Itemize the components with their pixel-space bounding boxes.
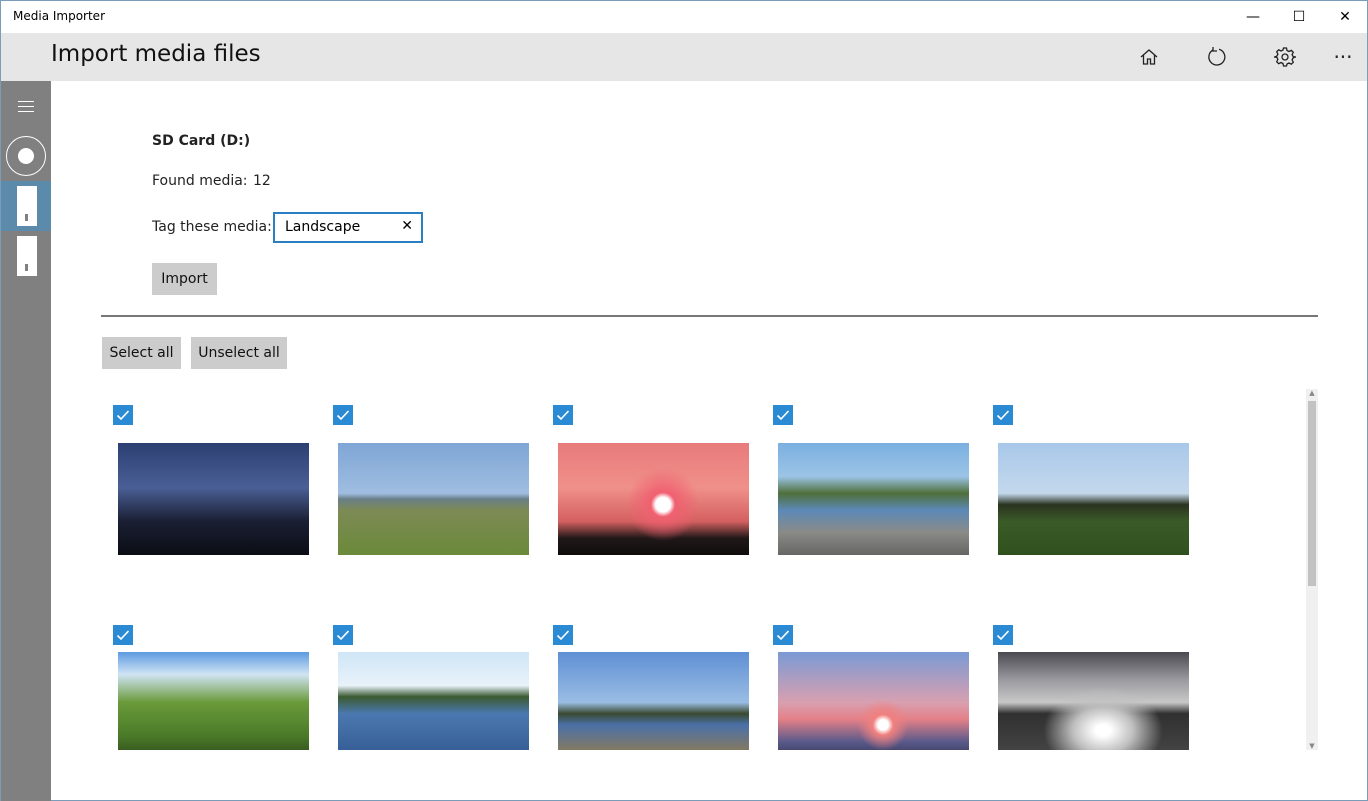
scroll-up-icon[interactable]: ▲: [1306, 389, 1318, 397]
media-thumbnail[interactable]: [778, 443, 969, 555]
select-all-button[interactable]: Select all: [102, 337, 181, 369]
title-bar: Media Importer — ☐ ✕: [1, 1, 1367, 33]
unselect-all-button[interactable]: Unselect all: [191, 337, 287, 369]
media-checkbox[interactable]: [993, 625, 1013, 645]
home-icon: [1140, 49, 1158, 65]
media-checkbox[interactable]: [993, 405, 1013, 425]
checkmark-icon: [996, 630, 1010, 641]
media-thumbnail[interactable]: [998, 443, 1189, 555]
media-checkbox[interactable]: [773, 625, 793, 645]
media-thumbnail[interactable]: [338, 443, 529, 555]
checkmark-icon: [556, 630, 570, 641]
media-checkbox[interactable]: [333, 405, 353, 425]
media-grid: [101, 389, 1306, 750]
media-checkbox[interactable]: [333, 625, 353, 645]
record-icon[interactable]: [6, 136, 46, 176]
scrollbar[interactable]: ▲ ▼: [1306, 389, 1318, 750]
divider: [101, 315, 1318, 317]
window-title: Media Importer: [13, 9, 105, 23]
sd-card-icon[interactable]: [17, 186, 37, 226]
maximize-button[interactable]: ☐: [1276, 1, 1322, 33]
import-button[interactable]: Import: [152, 263, 217, 295]
media-checkbox[interactable]: [113, 405, 133, 425]
media-thumbnail[interactable]: [118, 443, 309, 555]
media-checkbox[interactable]: [553, 625, 573, 645]
checkmark-icon: [116, 630, 130, 641]
checkmark-icon: [776, 630, 790, 641]
settings-button[interactable]: [1261, 33, 1309, 81]
source-name: SD Card (D:): [152, 133, 251, 149]
scrollbar-thumb[interactable]: [1308, 401, 1316, 586]
scroll-down-icon[interactable]: ▼: [1306, 742, 1318, 750]
media-thumbnail[interactable]: [558, 443, 749, 555]
checkmark-icon: [776, 410, 790, 421]
tag-label: Tag these media:: [152, 219, 272, 235]
media-thumbnail[interactable]: [778, 652, 969, 750]
checkmark-icon: [556, 410, 570, 421]
checkmark-icon: [336, 630, 350, 641]
sd-card-icon[interactable]: [17, 236, 37, 276]
media-thumbnail[interactable]: [338, 652, 529, 750]
close-button[interactable]: ✕: [1322, 1, 1368, 33]
checkmark-icon: [996, 410, 1010, 421]
sidebar: [1, 81, 51, 801]
found-media-count: 12: [253, 173, 271, 189]
media-thumbnail[interactable]: [998, 652, 1189, 750]
media-checkbox[interactable]: [553, 405, 573, 425]
media-checkbox[interactable]: [773, 405, 793, 425]
tag-input-value: Landscape: [285, 219, 361, 235]
hamburger-menu-button[interactable]: [18, 101, 34, 116]
media-checkbox[interactable]: [113, 625, 133, 645]
refresh-button[interactable]: [1193, 33, 1241, 81]
media-thumbnail[interactable]: [118, 652, 309, 750]
home-button[interactable]: [1125, 33, 1173, 81]
tag-input[interactable]: Landscape ✕: [273, 212, 423, 243]
checkmark-icon: [116, 410, 130, 421]
checkmark-icon: [336, 410, 350, 421]
found-media-label: Found media:: [152, 173, 248, 189]
refresh-icon: [1208, 47, 1226, 66]
clear-icon[interactable]: ✕: [401, 218, 413, 234]
media-thumbnail[interactable]: [558, 652, 749, 750]
settings-icon: [1274, 47, 1296, 67]
page-title: Import media files: [51, 41, 261, 67]
header: Import media files ···: [1, 33, 1367, 81]
minimize-button[interactable]: —: [1230, 1, 1276, 33]
more-button[interactable]: ···: [1319, 33, 1367, 81]
